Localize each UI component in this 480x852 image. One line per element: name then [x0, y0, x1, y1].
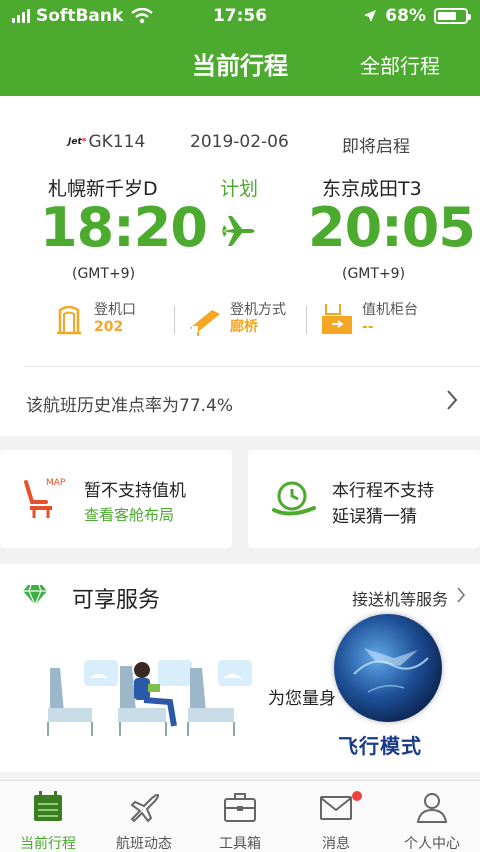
arrival-time: 20:05: [308, 196, 476, 259]
departure-timezone: (GMT+9): [72, 266, 136, 282]
unread-badge: [352, 791, 362, 801]
gate-detail: 登机口 202: [52, 302, 136, 336]
delay-guess-tile[interactable]: 本行程不支持 延误猜一猜: [248, 450, 480, 548]
flight-number: GK114: [88, 132, 146, 152]
airplane-mode-overlay[interactable]: 飞行模式: [334, 614, 446, 764]
boarding-method-value: 廊桥: [230, 319, 258, 335]
checkin-counter-detail: 值机柜台 --: [320, 302, 418, 336]
tab-label: 当前行程: [20, 836, 76, 852]
tab-profile[interactable]: 个人中心: [384, 781, 480, 852]
tab-current-trip[interactable]: 当前行程: [0, 781, 96, 852]
delay-tile-title: 本行程不支持: [332, 481, 434, 501]
tab-flight-status[interactable]: 航班动态: [96, 781, 192, 852]
svg-text:MAP: MAP: [46, 478, 66, 488]
battery-icon: [434, 8, 471, 24]
tab-bar: 当前行程 航班动态 工具箱 消息 个人中心: [0, 780, 480, 852]
boarding-method-label: 登机方式: [230, 302, 286, 318]
chevron-right-icon: [447, 390, 458, 410]
tab-label: 消息: [322, 836, 350, 852]
toolbox-icon: [224, 793, 256, 822]
departure-time: 18:20: [40, 196, 208, 259]
boarding-method-detail: 登机方式 廊桥: [188, 302, 286, 336]
boarding-bridge-icon: [190, 310, 220, 336]
checkin-counter-label: 值机柜台: [362, 302, 418, 318]
chevron-right-icon: [457, 587, 466, 603]
arrival-timezone: (GMT+9): [342, 266, 406, 282]
airline-info: Jet* GK114: [68, 132, 145, 152]
delay-clock-icon: [272, 481, 316, 516]
all-trips-button[interactable]: 全部行程: [360, 50, 440, 79]
tab-label: 航班动态: [116, 836, 172, 852]
envelope-icon: [320, 796, 352, 820]
status-right: 68%: [363, 6, 471, 26]
divider: [174, 306, 175, 334]
plan-label: 计划: [220, 178, 259, 200]
cabin-layout-link[interactable]: 查看客舱布局: [84, 504, 174, 525]
ontime-rate-text: 该航班历史准点率为77.4%: [26, 396, 234, 416]
diamond-icon: [23, 584, 47, 606]
tab-toolbox[interactable]: 工具箱: [192, 781, 288, 852]
location-arrow-icon: [364, 10, 377, 22]
slogan-head: 为您量身: [268, 689, 336, 709]
battery-percent: 68%: [385, 6, 426, 26]
seat-map-icon: MAP: [24, 478, 66, 518]
checkin-counter-value: --: [362, 319, 374, 335]
checkin-tile[interactable]: MAP 暂不支持值机 查看客舱布局: [0, 450, 232, 548]
divider: [306, 306, 307, 334]
checkin-tile-title: 暂不支持值机: [84, 481, 186, 501]
checkin-counter-icon: [322, 304, 352, 334]
globe-image: [334, 614, 442, 722]
flight-details: 登机口 202 登机方式 廊桥 值机柜台 --: [0, 302, 480, 342]
pickup-services-link[interactable]: 接送机等服务: [352, 586, 448, 610]
delay-tile-subtitle: 延误猜一猜: [332, 507, 417, 527]
cabin-illustration: [47, 660, 252, 736]
airplane-mode-label: 飞行模式: [338, 734, 422, 758]
status-bar: SoftBank 17:56 68%: [0, 0, 480, 32]
gate-value: 202: [94, 319, 124, 335]
tab-label: 工具箱: [219, 836, 261, 852]
airline-logo: Jet*: [68, 137, 87, 147]
tab-messages[interactable]: 消息: [288, 781, 384, 852]
gate-icon: [57, 305, 81, 335]
plane-icon: [130, 793, 160, 823]
services-title: 可享服务: [72, 588, 161, 613]
plane-icon: [220, 212, 258, 254]
top-bar: SoftBank 17:56 68% 当前行程 全部行程: [0, 0, 480, 96]
ontime-rate-row[interactable]: 该航班历史准点率为77.4%: [24, 366, 480, 436]
user-icon: [416, 793, 448, 823]
flight-status: 即将启程: [342, 137, 410, 157]
calendar-icon: [34, 791, 62, 821]
tab-label: 个人中心: [404, 836, 460, 852]
gate-label: 登机口: [94, 302, 136, 318]
flight-date: 2019-02-06: [190, 132, 289, 152]
